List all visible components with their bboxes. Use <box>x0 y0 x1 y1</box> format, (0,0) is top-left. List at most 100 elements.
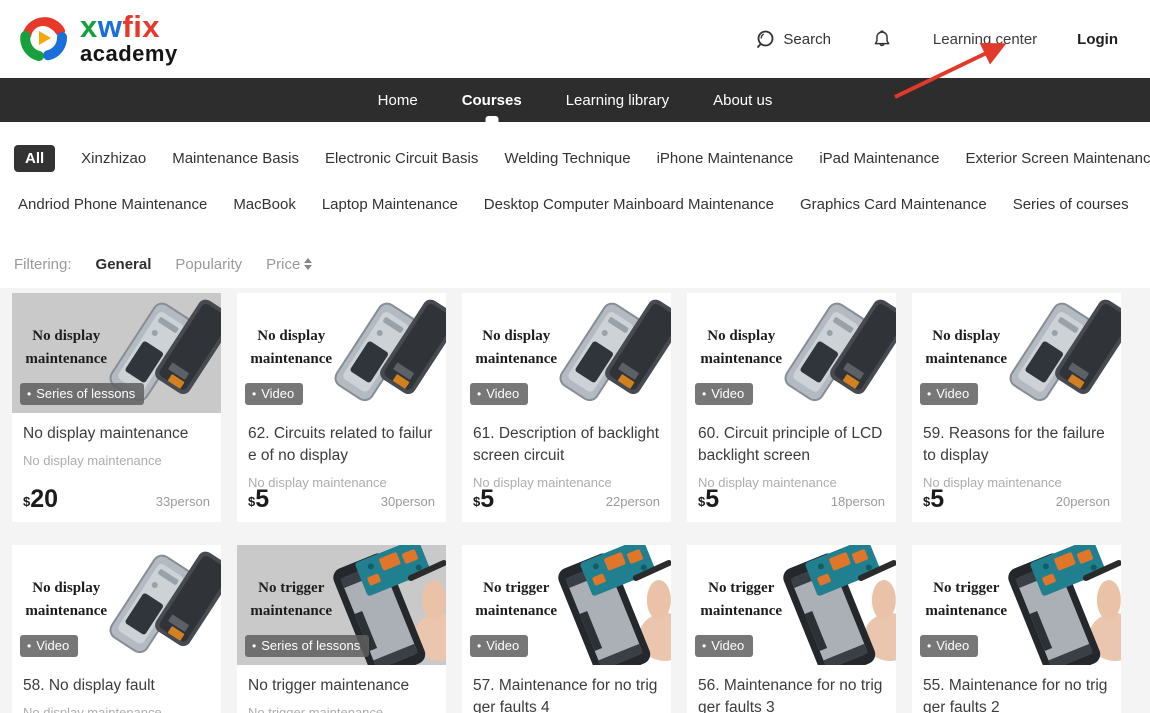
course-type-badge: • Video <box>20 635 78 657</box>
course-cover: No display maintenance • Video <box>462 293 671 413</box>
course-price: $ 5 <box>248 487 269 512</box>
category-graphics-card-maintenance[interactable]: Graphics Card Maintenance <box>800 196 987 213</box>
course-cover: No display maintenance • Video <box>912 293 1121 413</box>
cover-title: No trigger maintenance <box>239 557 344 643</box>
category-row-2: Andriod Phone Maintenance MacBook Laptop M… <box>14 189 1136 219</box>
logo-text: xwfix academy <box>80 12 178 66</box>
course-cover: No display maintenance • Video <box>12 545 221 665</box>
course-card[interactable]: No display maintenance • Video 61. Descr… <box>462 293 671 522</box>
currency-symbol: $ <box>698 494 705 512</box>
course-title: 57. Maintenance for no trigger faults 4 <box>473 675 660 713</box>
nav-item-learning-library[interactable]: Learning library <box>566 78 669 122</box>
category-iphone-maintenance[interactable]: iPhone Maintenance <box>657 150 794 167</box>
currency-symbol: $ <box>473 494 480 512</box>
sort-option-price[interactable]: Price <box>266 256 312 273</box>
course-title: 58. No display fault <box>23 675 210 697</box>
badge-label: Video <box>936 638 969 653</box>
cover-title: No trigger maintenance <box>464 557 569 643</box>
course-info: No trigger maintenance No trigger mainte… <box>237 665 446 713</box>
course-info: 61. Description of backlight screen circ… <box>462 413 671 522</box>
category-series-of-courses[interactable]: Series of courses <box>1013 196 1129 213</box>
badge-label: Series of lessons <box>261 638 360 653</box>
cover-title: No display maintenance <box>14 557 119 643</box>
sort-options: General Popularity Price <box>96 256 313 273</box>
course-info: 56. Maintenance for no trigger faults 3 <box>687 665 896 713</box>
course-card[interactable]: No trigger maintenance • Video 55. Maint… <box>912 545 1121 713</box>
brand-letter: w <box>98 9 123 44</box>
category-xinzhizao[interactable]: Xinzhizao <box>81 150 146 167</box>
course-card[interactable]: No display maintenance • Video 62. Circu… <box>237 293 446 522</box>
search-button[interactable]: Search <box>755 29 831 50</box>
main-nav: Home Courses Learning library About us <box>0 78 1150 122</box>
course-type-badge: • Video <box>470 635 528 657</box>
category-welding-technique[interactable]: Welding Technique <box>504 150 630 167</box>
price-row: $ 5 30person <box>248 487 435 512</box>
badge-label: Video <box>936 386 969 401</box>
course-card[interactable]: No display maintenance • Video 58. No di… <box>12 545 221 713</box>
currency-symbol: $ <box>23 494 30 512</box>
nav-item-home[interactable]: Home <box>378 78 418 122</box>
sort-bar: Filtering: General Popularity Price <box>0 240 1150 288</box>
course-grid-section: No display maintenance • Series of lesso… <box>0 288 1150 713</box>
logo[interactable]: xwfix academy <box>16 11 178 67</box>
course-card[interactable]: No display maintenance • Video 60. Circu… <box>687 293 896 522</box>
category-desktop-computer-mainboard-maintenance[interactable]: Desktop Computer Mainboard Maintenance <box>484 196 774 213</box>
course-card[interactable]: No trigger maintenance • Video 56. Maint… <box>687 545 896 713</box>
course-title: 56. Maintenance for no trigger faults 3 <box>698 675 885 713</box>
course-cover: No display maintenance • Video <box>237 293 446 413</box>
course-type-badge: • Video <box>245 383 303 405</box>
nav-item-courses[interactable]: Courses <box>462 78 522 122</box>
price-value: 5 <box>930 487 944 512</box>
price-row: $ 5 18person <box>698 487 885 512</box>
price-value: 5 <box>255 487 269 512</box>
course-title: 60. Circuit principle of LCD backlight s… <box>698 423 885 467</box>
course-card[interactable]: No trigger maintenance • Series of lesso… <box>237 545 446 713</box>
cover-title: No display maintenance <box>464 305 569 391</box>
sort-option-general[interactable]: General <box>96 256 152 273</box>
course-card[interactable]: No display maintenance • Series of lesso… <box>12 293 221 522</box>
category-andriod-phone-maintenance[interactable]: Andriod Phone Maintenance <box>18 196 207 213</box>
filtering-label: Filtering: <box>14 256 72 273</box>
course-price: $ 20 <box>23 487 58 512</box>
category-macbook[interactable]: MacBook <box>233 196 296 213</box>
badge-label: Video <box>711 638 744 653</box>
category-ipad-maintenance[interactable]: iPad Maintenance <box>819 150 939 167</box>
course-cover: No trigger maintenance • Video <box>687 545 896 665</box>
category-maintenance-basis[interactable]: Maintenance Basis <box>172 150 299 167</box>
category-electronic-circuit-basis[interactable]: Electronic Circuit Basis <box>325 150 478 167</box>
bell-icon <box>871 27 893 51</box>
login-link[interactable]: Login <box>1077 31 1118 48</box>
course-title: 59. Reasons for the failure to display <box>923 423 1110 467</box>
course-type-badge: • Series of lessons <box>245 635 369 657</box>
student-count: 33person <box>156 494 210 512</box>
category-laptop-maintenance[interactable]: Laptop Maintenance <box>322 196 458 213</box>
category-filters: All Xinzhizao Maintenance Basis Electronic … <box>0 122 1150 240</box>
course-info: No display maintenance No display mainte… <box>12 413 221 522</box>
course-cover: No trigger maintenance • Series of lesso… <box>237 545 446 665</box>
course-subtitle: No display maintenance <box>23 705 210 713</box>
course-info: 60. Circuit principle of LCD backlight s… <box>687 413 896 522</box>
course-title: 61. Description of backlight screen circ… <box>473 423 660 467</box>
nav-item-about-us[interactable]: About us <box>713 78 772 122</box>
category-exterior-screen-maintenance[interactable]: Exterior Screen Maintenance <box>965 150 1150 167</box>
cover-title: No trigger maintenance <box>689 557 794 643</box>
brand-letter: fix <box>122 9 160 44</box>
badge-dot: • <box>252 640 256 652</box>
course-cover: No trigger maintenance • Video <box>462 545 671 665</box>
course-cover: No display maintenance • Series of lesso… <box>12 293 221 413</box>
badge-dot: • <box>27 640 31 652</box>
course-card[interactable]: No display maintenance • Video 59. Reaso… <box>912 293 1121 522</box>
price-row: $ 5 22person <box>473 487 660 512</box>
active-tab-indicator <box>485 116 498 122</box>
sort-option-popularity[interactable]: Popularity <box>175 256 242 273</box>
category-all[interactable]: All <box>14 145 55 172</box>
course-type-badge: • Video <box>695 383 753 405</box>
notifications-button[interactable] <box>871 27 893 51</box>
badge-label: Video <box>36 638 69 653</box>
badge-dot: • <box>927 388 931 400</box>
course-type-badge: • Video <box>920 635 978 657</box>
course-info: 55. Maintenance for no trigger faults 2 <box>912 665 1121 713</box>
cover-title: No trigger maintenance <box>914 557 1019 643</box>
learning-center-link[interactable]: Learning center <box>933 31 1037 48</box>
course-card[interactable]: No trigger maintenance • Video 57. Maint… <box>462 545 671 713</box>
